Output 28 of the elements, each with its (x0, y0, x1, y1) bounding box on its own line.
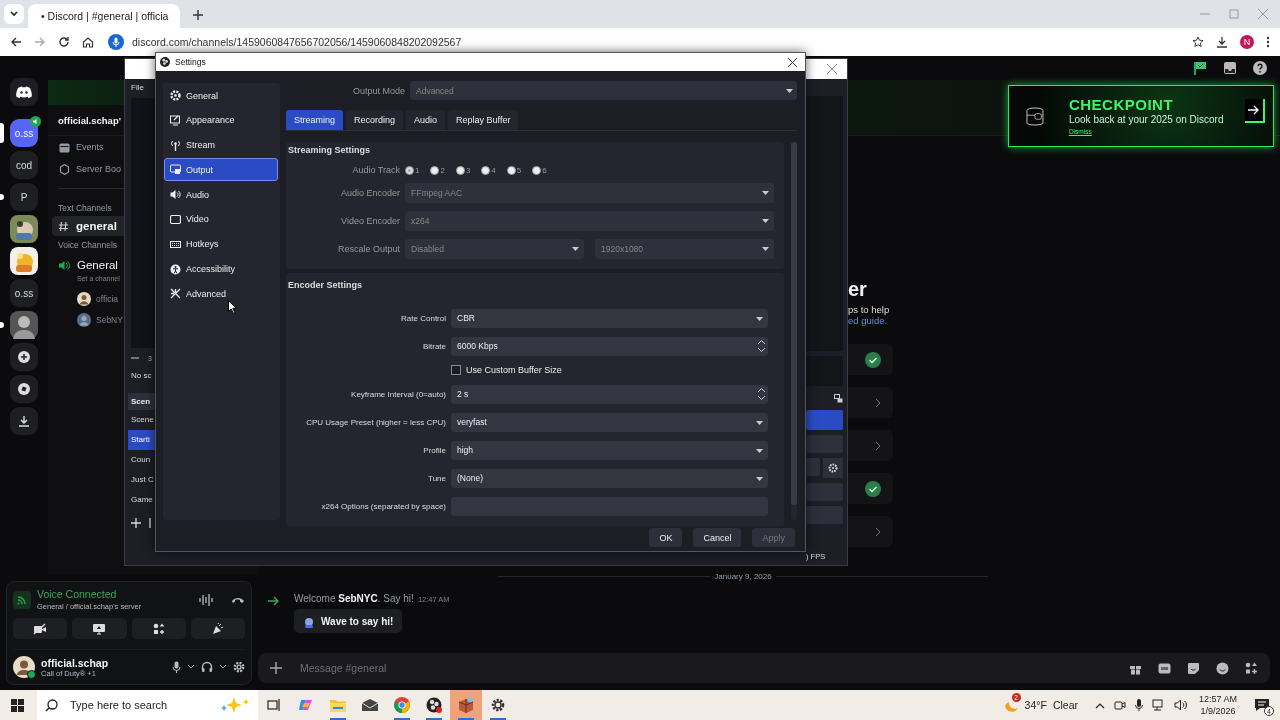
system-message: Welcome SebNYC. Say hi! (294, 593, 414, 604)
banner-title: CHECKPOINT (1068, 97, 1175, 113)
field-label: Audio Encoder (339, 188, 400, 198)
field-label: Rate Control (400, 313, 446, 323)
field-label: Bitrate (421, 341, 446, 351)
group-title: Streaming Settings (288, 145, 371, 157)
field-label: Keyframe Interval (0=auto) (350, 389, 446, 399)
sources-text: No sc (131, 371, 152, 382)
username: official.schap (41, 656, 110, 669)
field-label: x264 Options (separated by space) (320, 501, 446, 511)
field-label: Tune (427, 473, 446, 483)
window-title: Settings (175, 57, 206, 67)
field-label: CPU Usage Preset (higher = less CPU) (305, 417, 446, 427)
field-label: Audio Track (351, 165, 400, 175)
field-label: Profile (422, 445, 446, 455)
time-text: 12:57 AM (1198, 694, 1237, 704)
group-title: Encoder Settings (288, 280, 363, 292)
field-label: Output Mode (351, 85, 405, 96)
field-label: Rescale Output (336, 244, 400, 254)
scenes-header: Scen (128, 393, 156, 410)
weather-condition: Clear (1052, 699, 1078, 711)
description-text: ps to help (848, 304, 890, 315)
date-text: 1/9/2026 (1200, 706, 1236, 716)
voice-status: Voice Connected (37, 588, 118, 600)
temperature: 34°F (1024, 699, 1047, 711)
banner-text: Look back at your 2025 on Discord (1068, 114, 1224, 125)
heading-text: er (848, 277, 867, 302)
field-label: Video Encoder (340, 216, 400, 226)
